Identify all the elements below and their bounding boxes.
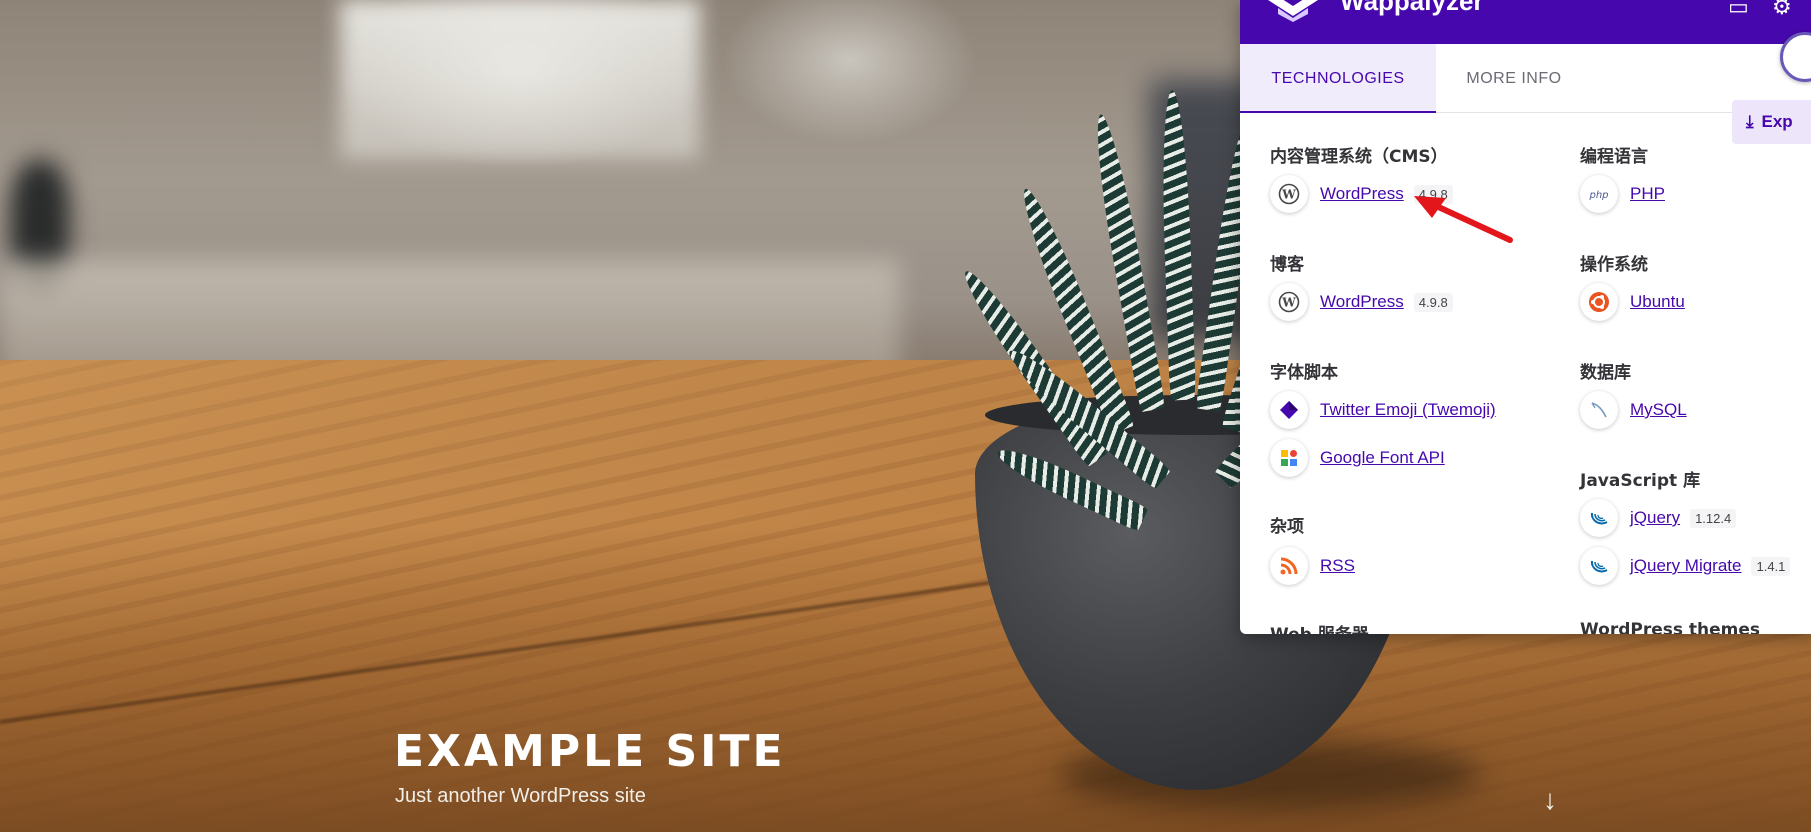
technology-link[interactable]: Google Font API — [1320, 448, 1445, 468]
tab-technologies[interactable]: TECHNOLOGIES — [1240, 44, 1436, 113]
site-tagline: Just another WordPress site — [395, 785, 646, 807]
technology-item[interactable]: RSS — [1270, 546, 1355, 586]
wordpress-icon: W — [1270, 283, 1308, 321]
category-title: 编程语言 — [1580, 147, 1648, 167]
technology-link[interactable]: jQuery — [1630, 508, 1680, 528]
wordpress-icon: W — [1270, 175, 1308, 213]
technology-link[interactable]: WordPress — [1320, 292, 1404, 312]
google-fonts-icon — [1270, 439, 1308, 477]
jquery-icon — [1580, 547, 1618, 585]
technology-item[interactable]: Google Font API — [1270, 438, 1445, 478]
technology-link[interactable]: Twitter Emoji (Twemoji) — [1320, 400, 1496, 420]
blurred-window — [340, 0, 700, 160]
red-annotation-arrow-icon — [1414, 196, 1513, 243]
brand-name: Wappalyzer — [1340, 0, 1484, 16]
category-title: 数据库 — [1580, 363, 1631, 383]
version-badge: 4.9.8 — [1413, 292, 1453, 312]
category-title: JavaScript 库 — [1580, 471, 1701, 491]
technology-link[interactable]: Ubuntu — [1630, 292, 1685, 312]
category-title: 字体脚本 — [1270, 363, 1338, 383]
technology-link[interactable]: RSS — [1320, 556, 1355, 576]
tab-bar: TECHNOLOGIES MORE INFO ⤓ Exp — [1240, 44, 1811, 144]
category-title: WordPress themes — [1580, 620, 1761, 634]
php-icon: php — [1580, 175, 1618, 213]
technology-item[interactable]: Twitter Emoji (Twemoji) — [1270, 390, 1496, 430]
tab-more-info[interactable]: MORE INFO — [1436, 44, 1592, 111]
export-button[interactable]: ⤓ Exp — [1732, 100, 1811, 144]
technology-link[interactable]: MySQL — [1630, 400, 1687, 420]
category-title: Web 服务器 — [1270, 620, 1369, 634]
category-title: 操作系统 — [1580, 255, 1648, 275]
twemoji-icon — [1270, 391, 1308, 429]
scroll-down-icon[interactable]: ↓ — [1543, 786, 1557, 814]
technology-item[interactable]: W WordPress 4.9.8 — [1270, 282, 1453, 322]
category-title: 博客 — [1270, 255, 1304, 275]
rss-icon — [1270, 547, 1308, 585]
export-label: Exp — [1761, 112, 1793, 131]
technology-item[interactable]: jQuery 1.12.4 — [1580, 498, 1737, 538]
svg-text:php: php — [1588, 190, 1608, 201]
site-title[interactable]: EXAMPLE SITE — [394, 726, 786, 777]
jquery-icon — [1580, 499, 1618, 537]
mysql-icon — [1580, 391, 1618, 429]
svg-text:W: W — [1281, 188, 1296, 202]
technology-link[interactable]: WordPress — [1320, 184, 1404, 204]
category-title: 杂项 — [1270, 517, 1304, 537]
toggle-icon[interactable]: ▭ — [1728, 0, 1749, 20]
popup-header: Wappalyzer ▭ ⚙ — [1240, 0, 1811, 44]
wappalyzer-logo-icon — [1268, 0, 1318, 22]
technology-item[interactable]: Ubuntu — [1580, 282, 1685, 322]
version-badge: 1.4.1 — [1751, 556, 1791, 576]
category-title: 内容管理系统（CMS） — [1270, 147, 1448, 167]
technology-link[interactable]: jQuery Migrate — [1630, 556, 1741, 576]
gear-icon[interactable]: ⚙ — [1772, 0, 1792, 20]
svg-text:W: W — [1281, 296, 1296, 310]
technology-item[interactable]: MySQL — [1580, 390, 1687, 430]
ubuntu-icon — [1580, 283, 1618, 321]
wappalyzer-popup: Wappalyzer ▭ ⚙ TECHNOLOGIES MORE INFO ⤓ E… — [1240, 0, 1811, 634]
technology-item[interactable]: jQuery Migrate 1.4.1 — [1580, 546, 1791, 586]
download-icon: ⤓ — [1746, 112, 1754, 131]
version-badge: 1.12.4 — [1690, 508, 1737, 528]
technology-link[interactable]: PHP — [1630, 184, 1665, 204]
technology-item[interactable]: php PHP — [1580, 174, 1665, 214]
